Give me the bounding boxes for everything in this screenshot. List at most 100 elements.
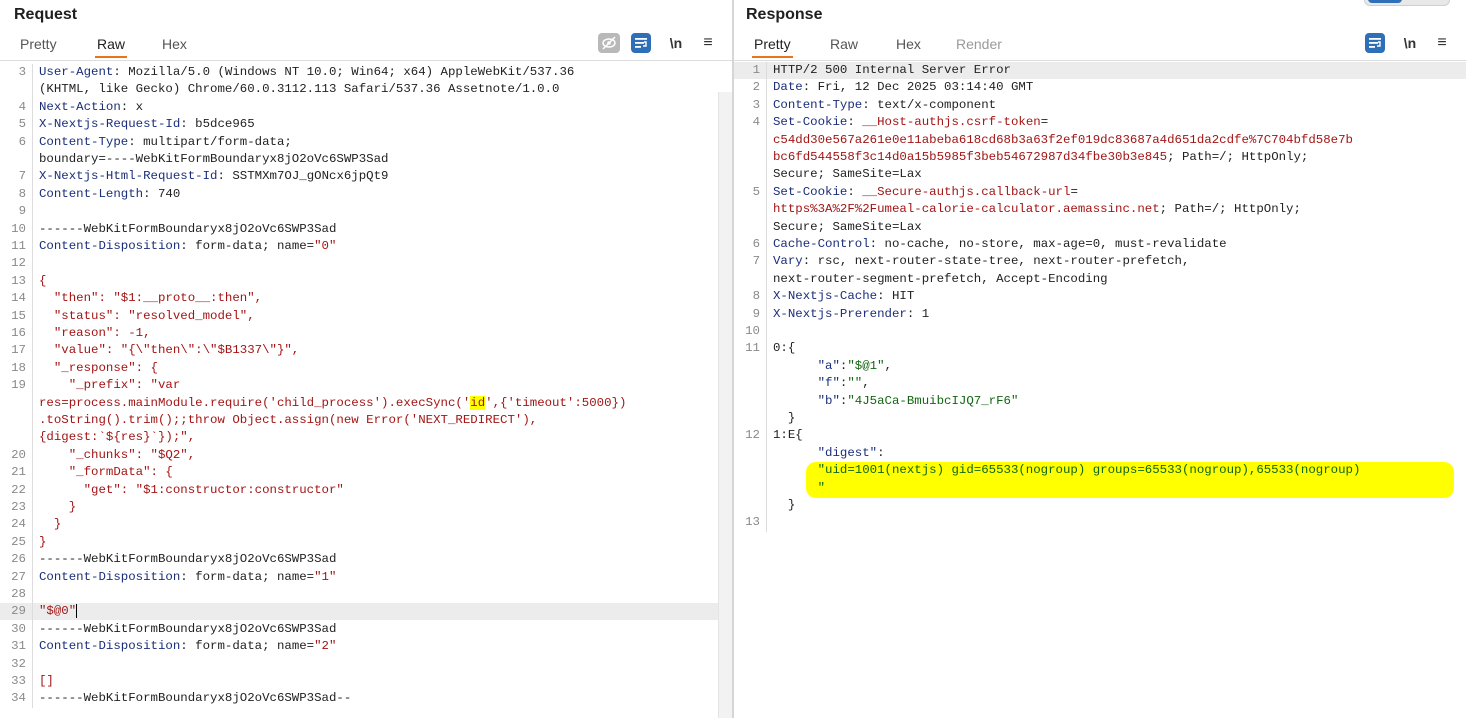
code-line[interactable]: 21 "_formData": { xyxy=(0,464,733,482)
code-line[interactable]: "digest": xyxy=(734,444,1466,463)
code-line[interactable]: 32 xyxy=(0,655,733,673)
code-text: "then": "$1:__proto__:then", xyxy=(33,290,262,307)
code-token: "a" xyxy=(773,358,840,373)
code-line[interactable]: 10 xyxy=(734,323,1466,341)
layout-toggle[interactable] xyxy=(1364,0,1450,6)
code-line[interactable]: https%3A%2F%2Fumeal-calorie-calculator.a… xyxy=(734,201,1466,219)
newline-toggle[interactable]: \n xyxy=(1398,33,1422,53)
code-line[interactable]: boundary=----WebKitFormBoundaryx8jO2oVc6… xyxy=(0,151,733,169)
code-line[interactable]: 6 Content-Type: multipart/form-data; xyxy=(0,133,733,151)
code-line[interactable]: "uid=1001(nextjs) gid=65533(nogroup) gro… xyxy=(734,462,1466,480)
code-line[interactable]: } xyxy=(734,410,1466,428)
request-tab-raw[interactable]: Raw xyxy=(95,36,128,58)
code-line[interactable]: 11 Content-Disposition: form-data; name="… xyxy=(0,238,733,256)
code-line[interactable]: 13 { xyxy=(0,272,733,291)
code-token: ------WebKitFormBoundaryx8jO2oVc6SWP3Sad… xyxy=(39,691,352,706)
code-line[interactable]: 10 ------WebKitFormBoundaryx8jO2oVc6SWP3S… xyxy=(0,220,733,238)
code-line[interactable]: 16 "reason": -1, xyxy=(0,325,733,343)
code-line[interactable]: 15 "status": "resolved_model", xyxy=(0,307,733,325)
code-line[interactable]: 28 xyxy=(0,586,733,604)
code-line[interactable]: 23 } xyxy=(0,499,733,517)
code-line[interactable]: 4 Set-Cookie: __Host-authjs.csrf-token= xyxy=(734,114,1466,132)
code-token: Date xyxy=(773,80,803,95)
code-line[interactable]: "a":"$@1", xyxy=(734,357,1466,376)
code-line[interactable]: 12 1:E{ xyxy=(734,427,1466,445)
line-number: 9 xyxy=(752,306,760,321)
code-line[interactable]: res=process.mainModule.require('child_pr… xyxy=(0,394,733,412)
code-token: Content-Type xyxy=(39,134,129,149)
code-line[interactable]: 31 Content-Disposition: form-data; name="… xyxy=(0,638,733,656)
code-line[interactable]: "b":"4J5aCa-BmuibcIJQ7_rF6" xyxy=(734,392,1466,410)
line-number: 17 xyxy=(11,343,26,358)
code-line[interactable]: "f":"", xyxy=(734,375,1466,393)
request-tab-pretty[interactable]: Pretty xyxy=(18,36,59,56)
code-line[interactable]: 2 Date: Fri, 12 Dec 2025 03:14:40 GMT xyxy=(734,79,1466,97)
code-line[interactable]: 18 "_response": { xyxy=(0,359,733,378)
response-tab-render[interactable]: Render xyxy=(954,36,1004,56)
line-number xyxy=(0,395,32,412)
code-token: "get": "$1:constructor:constructor" xyxy=(39,482,344,497)
code-text: X-Nextjs-Request-Id: b5dce965 xyxy=(33,116,255,133)
code-line[interactable]: 19 "_prefix": "var xyxy=(0,377,733,395)
code-token: ------WebKitFormBoundaryx8jO2oVc6SWP3Sad xyxy=(39,221,337,236)
code-text: Content-Type: text/x-component xyxy=(767,97,996,114)
code-line[interactable]: } xyxy=(734,497,1466,515)
code-line[interactable]: {digest:`${res}`});", xyxy=(0,429,733,447)
code-line[interactable]: 30 ------WebKitFormBoundaryx8jO2oVc6SWP3S… xyxy=(0,620,733,639)
code-line[interactable]: 25} xyxy=(0,533,733,552)
line-number: 24 xyxy=(11,517,26,532)
code-line[interactable]: 13 xyxy=(734,514,1466,532)
code-line[interactable]: 7 X-Nextjs-Html-Request-Id: SSTMXm7OJ_gON… xyxy=(0,168,733,186)
code-line[interactable]: next-router-segment-prefetch, Accept-Enc… xyxy=(734,270,1466,289)
code-line[interactable]: (KHTML, like Gecko) Chrome/60.0.3112.113… xyxy=(0,81,733,99)
request-title: Request xyxy=(14,6,78,23)
response-editor[interactable]: 1 HTTP/2 500 Internal Server Error 2 Date: … xyxy=(734,62,1466,718)
code-line[interactable]: 4 Next-Action: x xyxy=(0,98,733,117)
code-line[interactable]: 3 User-Agent: Mozilla/5.0 (Windows NT 10.… xyxy=(0,64,733,82)
code-line[interactable]: 12 xyxy=(0,255,733,273)
code-line[interactable]: 27 Content-Disposition: form-data; name="… xyxy=(0,568,733,586)
code-line[interactable]: 24 } xyxy=(0,516,733,534)
newline-toggle[interactable]: \n xyxy=(664,33,688,53)
code-line[interactable]: 9 X-Nextjs-Prerender: 1 xyxy=(734,305,1466,323)
code-line[interactable]: Secure; SameSite=Lax xyxy=(734,218,1466,236)
response-tab-pretty[interactable]: Pretty xyxy=(752,36,793,58)
code-line[interactable]: 14 "then": "$1:__proto__:then", xyxy=(0,290,733,308)
code-line[interactable]: Secure; SameSite=Lax xyxy=(734,166,1466,184)
code-line[interactable]: " xyxy=(734,479,1466,497)
code-line[interactable]: 3 Content-Type: text/x-component xyxy=(734,96,1466,115)
code-line[interactable]: 34 ------WebKitFormBoundaryx8jO2oVc6SWP3S… xyxy=(0,690,733,708)
code-line[interactable]: 17 "value": "{\"then\":\"$B1337\"}", xyxy=(0,342,733,360)
pretty-format-icon[interactable] xyxy=(631,33,651,53)
request-scrollbar[interactable] xyxy=(718,92,733,718)
code-line[interactable]: 7 Vary: rsc, next-router-state-tree, next… xyxy=(734,253,1466,271)
code-line[interactable]: 8 X-Nextjs-Cache: HIT xyxy=(734,288,1466,306)
request-editor[interactable]: 3 User-Agent: Mozilla/5.0 (Windows NT 10.… xyxy=(0,62,733,718)
response-tab-hex[interactable]: Hex xyxy=(894,36,923,56)
code-line[interactable]: 1 HTTP/2 500 Internal Server Error xyxy=(734,62,1466,80)
code-line[interactable]: 5 X-Nextjs-Request-Id: b5dce965 xyxy=(0,116,733,134)
line-number: 22 xyxy=(11,482,26,497)
code-line[interactable]: 29 "$@0" xyxy=(0,603,733,621)
code-line[interactable]: 6 Cache-Control: no-cache, no-store, max-… xyxy=(734,236,1466,254)
code-line[interactable]: 9 xyxy=(0,203,733,221)
code-line[interactable]: 5 Set-Cookie: __Secure-authjs.callback-ur… xyxy=(734,183,1466,202)
code-line[interactable]: 20 "_chunks": "$Q2", xyxy=(0,446,733,465)
code-line[interactable]: 26 ------WebKitFormBoundaryx8jO2oVc6SWP3S… xyxy=(0,551,733,569)
code-line[interactable]: bc6fd544558f3c14d0a15b5985f3beb54672987d… xyxy=(734,149,1466,167)
menu-icon[interactable]: ≡ xyxy=(1432,33,1452,53)
code-line[interactable]: c54dd30e567a261e0e11abeba618cd68b3a63f2e… xyxy=(734,131,1466,149)
code-line[interactable]: 8 Content-Length: 740 xyxy=(0,185,733,204)
code-line[interactable]: 11 0:{ xyxy=(734,340,1466,358)
pretty-format-icon[interactable] xyxy=(1365,33,1385,53)
menu-icon[interactable]: ≡ xyxy=(698,33,718,53)
line-number: 10 xyxy=(745,324,760,338)
response-tab-raw[interactable]: Raw xyxy=(828,36,860,56)
line-number: 23 xyxy=(11,500,26,514)
code-line[interactable]: 33 [] xyxy=(0,673,733,691)
hide-nonprintable-icon[interactable] xyxy=(598,33,620,53)
code-line[interactable]: 22 "get": "$1:constructor:constructor" xyxy=(0,481,733,499)
code-line[interactable]: .toString().trim();;throw Object.assign(… xyxy=(0,412,733,430)
request-tab-hex[interactable]: Hex xyxy=(160,36,189,56)
